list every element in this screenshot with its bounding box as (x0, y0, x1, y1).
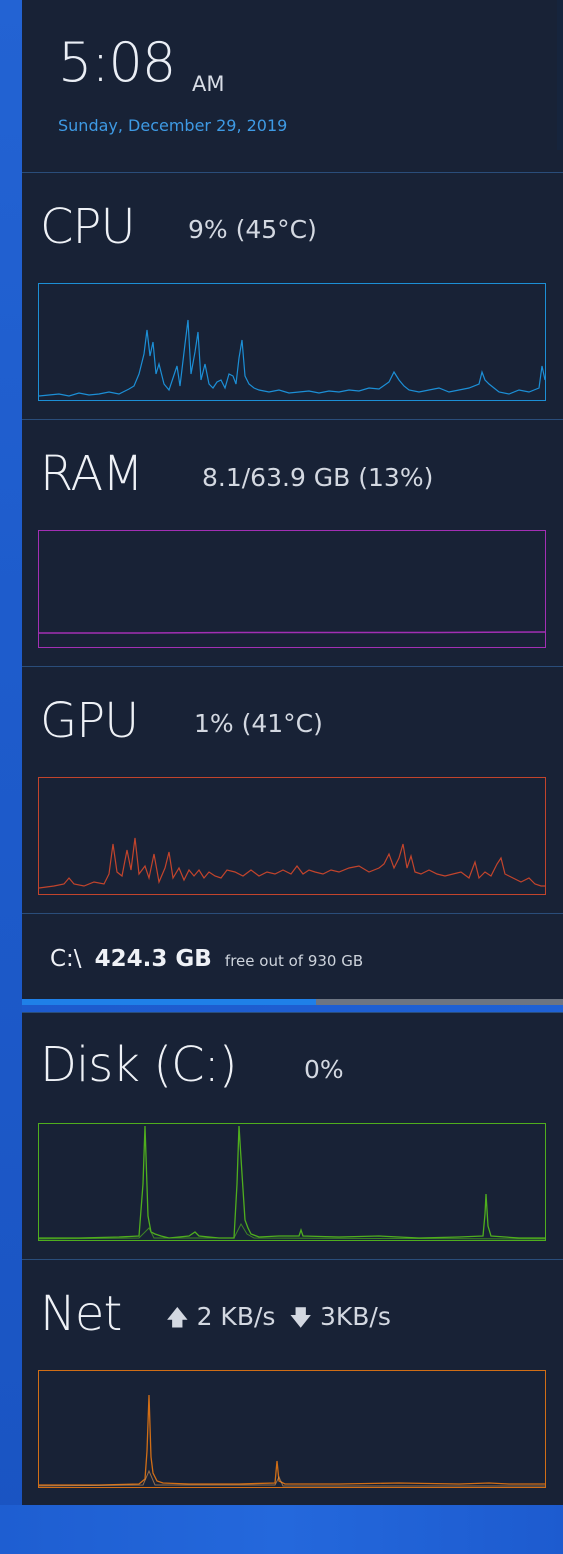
arrow-up-icon: 🡅 (166, 1306, 189, 1331)
cpu-value: 9% (45°C) (188, 215, 317, 244)
drive-usage-bar (22, 999, 563, 1005)
window-edge (557, 0, 563, 150)
net-up-value: 2 KB/s (196, 1302, 276, 1331)
cpu-panel[interactable]: CPU 9% (45°C) (22, 172, 563, 419)
ram-value: 8.1/63.9 GB (13%) (202, 463, 434, 492)
net-label: Net (40, 1286, 122, 1342)
clock-panel: 5:08 AM Sunday, December 29, 2019 (22, 0, 563, 172)
net-graph (38, 1370, 546, 1488)
net-speeds: 🡅 2 KB/s 🡇 3KB/s (166, 1304, 391, 1330)
drive-usage-fill (22, 999, 317, 1005)
drive-row: C:\ 424.3 GB free out of 930 GB (50, 948, 363, 971)
arrow-down-icon: 🡇 (289, 1306, 313, 1331)
disk-value: 0% (304, 1055, 344, 1084)
desktop-background-bottom (0, 1505, 563, 1554)
gpu-panel[interactable]: GPU 1% (41°C) (22, 666, 563, 913)
ram-graph (38, 530, 546, 648)
cpu-graph (38, 283, 546, 401)
disk-label: Disk (C:) (40, 1037, 237, 1093)
net-down-value: 3KB/s (319, 1302, 391, 1331)
ram-graph-line (39, 631, 545, 634)
disk-panel[interactable]: Disk (C:) 0% (22, 1012, 563, 1259)
gpu-graph (38, 777, 546, 895)
ram-label: RAM (40, 446, 144, 502)
drive-free-suffix: free out of 930 GB (224, 952, 364, 970)
cpu-graph-line (39, 319, 545, 397)
disk-graph-line (39, 1125, 545, 1239)
clock-time: 5:08 (58, 31, 176, 94)
clock-ampm: AM (192, 72, 225, 96)
clock-date: Sunday, December 29, 2019 (58, 116, 288, 135)
disk-graph (38, 1123, 546, 1241)
cpu-label: CPU (40, 199, 136, 255)
drive-letter: C:\ (50, 946, 82, 972)
gpu-value: 1% (41°C) (194, 709, 323, 738)
gpu-graph-line (39, 837, 545, 889)
gpu-label: GPU (40, 693, 139, 749)
ram-panel[interactable]: RAM 8.1/63.9 GB (13%) (22, 419, 563, 666)
drive-free: 424.3 GB (94, 946, 212, 972)
net-panel[interactable]: Net 🡅 2 KB/s 🡇 3KB/s (22, 1259, 563, 1505)
desktop-background (0, 0, 22, 1554)
drive-panel[interactable]: C:\ 424.3 GB free out of 930 GB (22, 913, 563, 999)
net-graph-line (39, 1394, 545, 1486)
